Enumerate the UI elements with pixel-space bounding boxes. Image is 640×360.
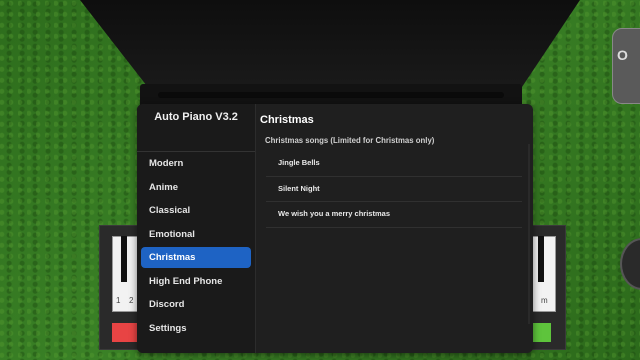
- app-title-text: Auto Piano V3.2: [154, 111, 238, 123]
- sidebar-item-settings[interactable]: Settings: [141, 318, 251, 339]
- key-letter-m: m: [541, 296, 548, 305]
- sidebar-item-classical[interactable]: Classical: [141, 200, 251, 221]
- content-pane: Christmas Christmas songs (Limited for C…: [260, 104, 533, 353]
- scrollbar[interactable]: [528, 144, 530, 324]
- auto-piano-window: ⠀⠀Auto Piano V3.2⠀⠀ Modern Anime Classic…: [137, 104, 533, 353]
- sidebar-item-anime[interactable]: Anime: [141, 177, 251, 198]
- sidebar-item-discord[interactable]: Discord: [141, 294, 251, 315]
- title-glyphs-right: ⠀⠀: [237, 111, 256, 123]
- song-item-we-wish-you[interactable]: We wish you a merry christmas: [266, 202, 522, 228]
- song-item-jingle-bells[interactable]: Jingle Bells: [266, 151, 522, 177]
- key-number-2: 2: [129, 296, 134, 305]
- green-button[interactable]: [532, 323, 551, 342]
- sidebar-item-modern[interactable]: Modern: [141, 153, 251, 174]
- black-key-right[interactable]: [538, 236, 544, 282]
- song-list: Jingle Bells Silent Night We wish you a …: [266, 151, 522, 228]
- sidebar-divider: [137, 151, 255, 152]
- piano-lid: [80, 0, 580, 90]
- sidebar-item-emotional[interactable]: Emotional: [141, 224, 251, 245]
- app-title: ⠀⠀Auto Piano V3.2⠀⠀: [137, 110, 255, 123]
- key-number-1: 1: [116, 296, 121, 305]
- section-subtitle: Christmas songs (Limited for Christmas o…: [265, 136, 435, 145]
- title-glyphs-left: ⠀⠀: [137, 111, 155, 123]
- song-item-silent-night[interactable]: Silent Night: [266, 177, 522, 202]
- sidebar: ⠀⠀Auto Piano V3.2⠀⠀ Modern Anime Classic…: [137, 104, 256, 353]
- black-key[interactable]: [121, 236, 127, 282]
- red-button[interactable]: [112, 323, 138, 342]
- edge-widget-label: O: [617, 47, 628, 63]
- section-title: Christmas: [260, 114, 314, 126]
- edge-widget[interactable]: O: [612, 28, 640, 104]
- sidebar-item-christmas[interactable]: Christmas: [141, 247, 251, 268]
- sidebar-item-high-end-phone[interactable]: High End Phone: [141, 271, 251, 292]
- sidebar-nav: Modern Anime Classical Emotional Christm…: [141, 153, 251, 341]
